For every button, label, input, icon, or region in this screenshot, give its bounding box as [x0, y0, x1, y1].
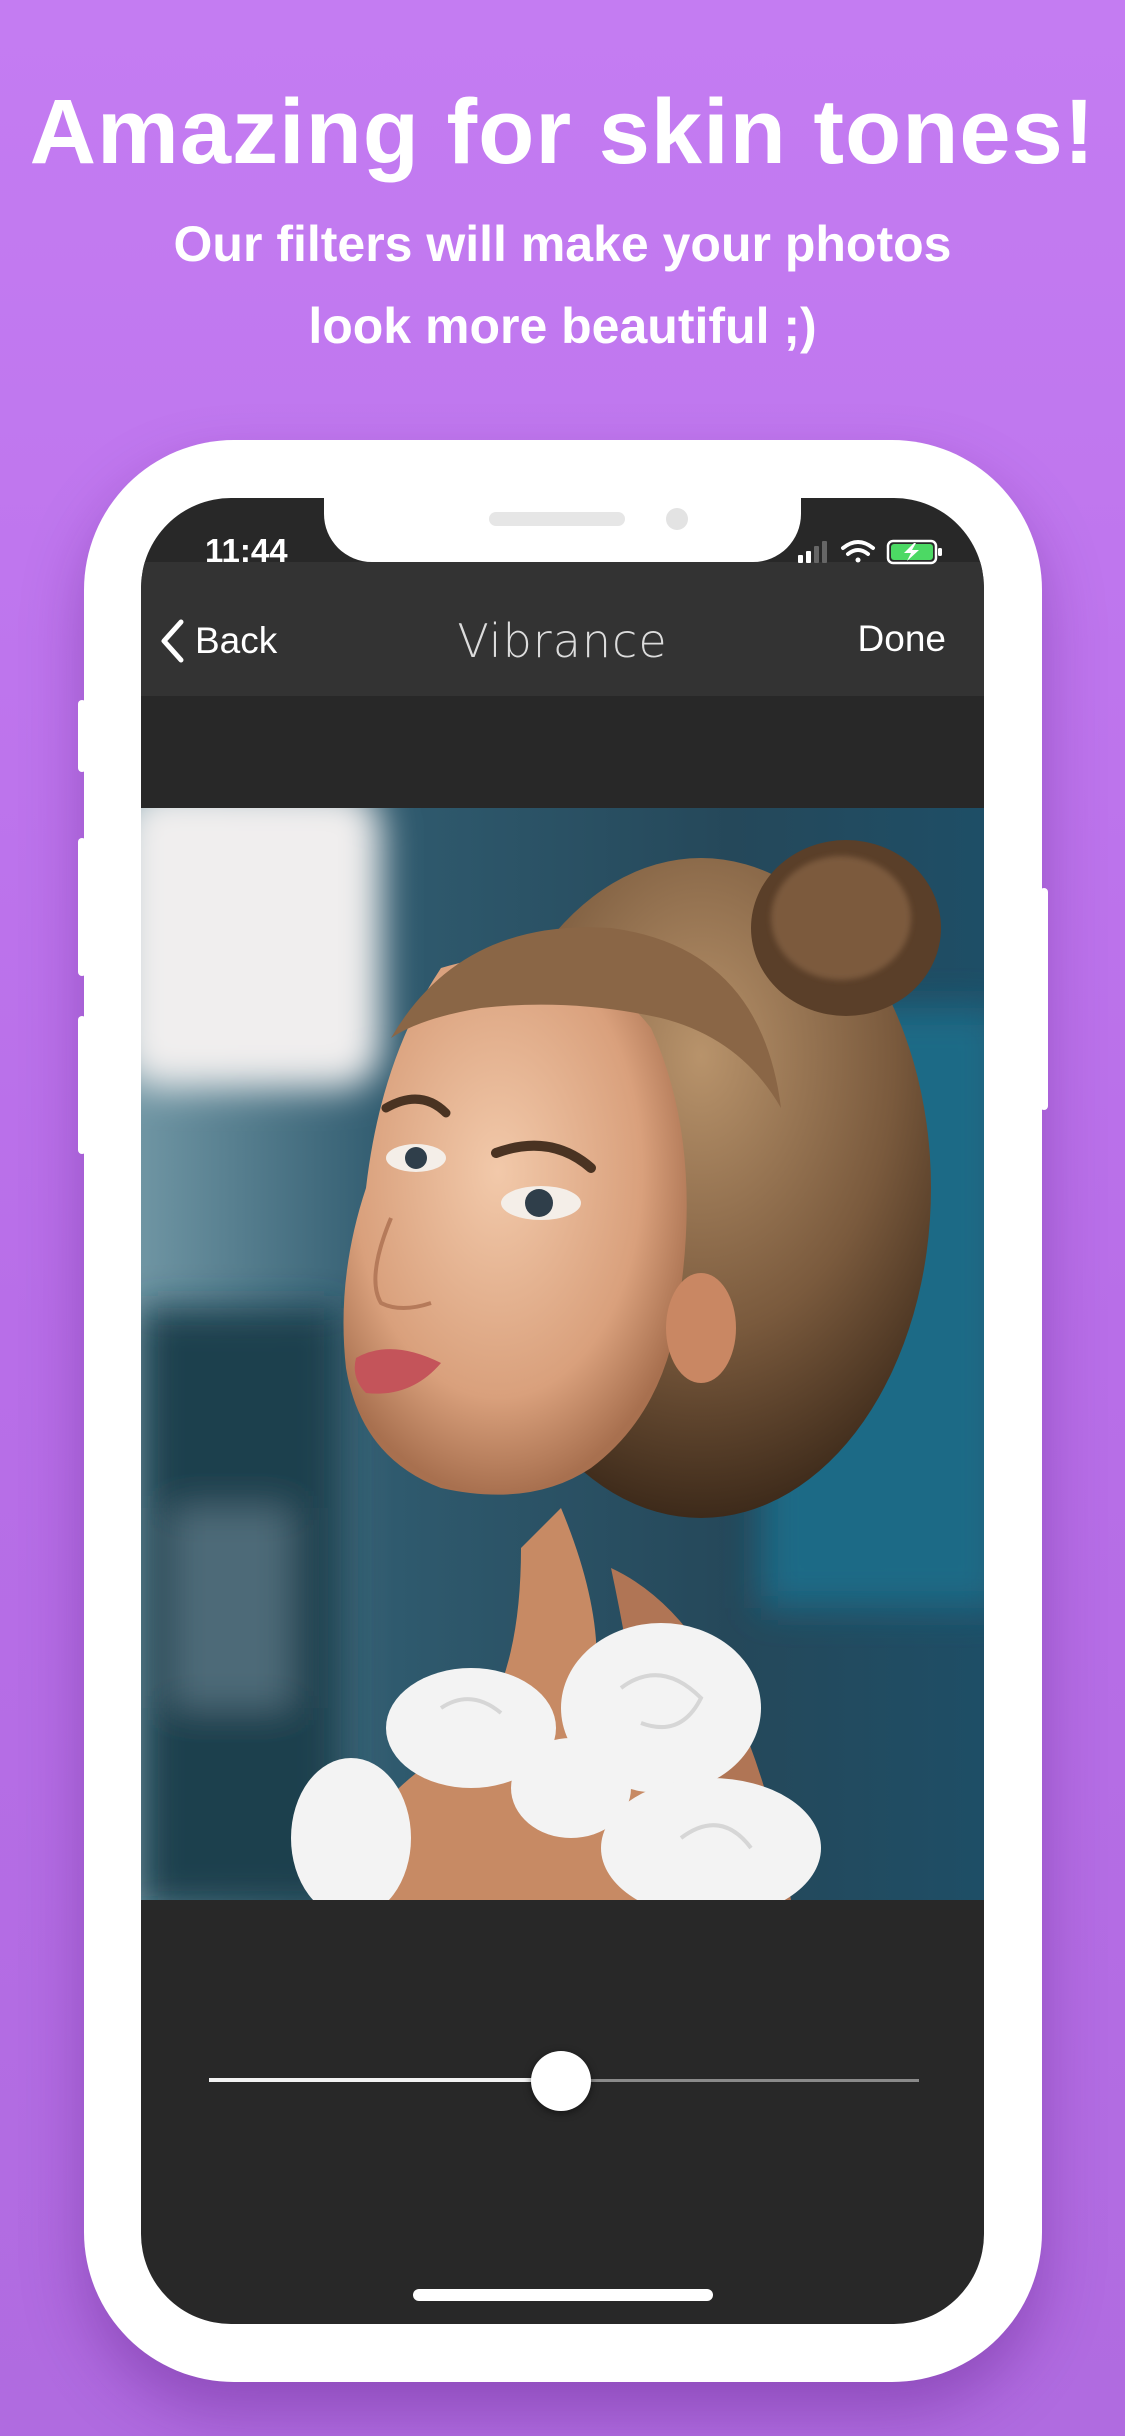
phone-screen: Back Vibrance Done 11:44: [141, 498, 984, 2324]
slider-track-filled: [209, 2078, 561, 2082]
edited-photo: [141, 808, 984, 1900]
battery-charging-icon: [886, 539, 942, 565]
wifi-icon: [841, 540, 875, 563]
status-icons: [798, 539, 942, 565]
phone-silent-switch: [78, 700, 86, 772]
vibrance-slider[interactable]: [209, 2051, 919, 2111]
status-time: 11:44: [205, 532, 288, 569]
promo-subline-1: Our filters will make your photos: [173, 216, 952, 272]
done-button[interactable]: Done: [858, 618, 946, 660]
phone-volume-down-button: [78, 1016, 86, 1154]
phone-frame: Back Vibrance Done 11:44: [78, 440, 1048, 2382]
front-camera: [666, 508, 688, 530]
speaker-grille: [489, 512, 625, 526]
promo-headline: Amazing for skin tones!: [29, 81, 1096, 183]
navigation-bar: Back Vibrance Done: [141, 562, 984, 696]
home-indicator[interactable]: [413, 2289, 713, 2301]
phone-volume-up-button: [78, 838, 86, 976]
phone-power-button: [1040, 888, 1048, 1110]
slider-track-empty: [561, 2079, 919, 2082]
cellular-signal-icon: [798, 541, 827, 563]
notch: [324, 498, 801, 562]
slider-thumb[interactable]: [531, 2051, 591, 2111]
portrait-photo-image: [141, 808, 984, 1900]
promo-subline-2: look more beautiful ;): [308, 298, 817, 354]
